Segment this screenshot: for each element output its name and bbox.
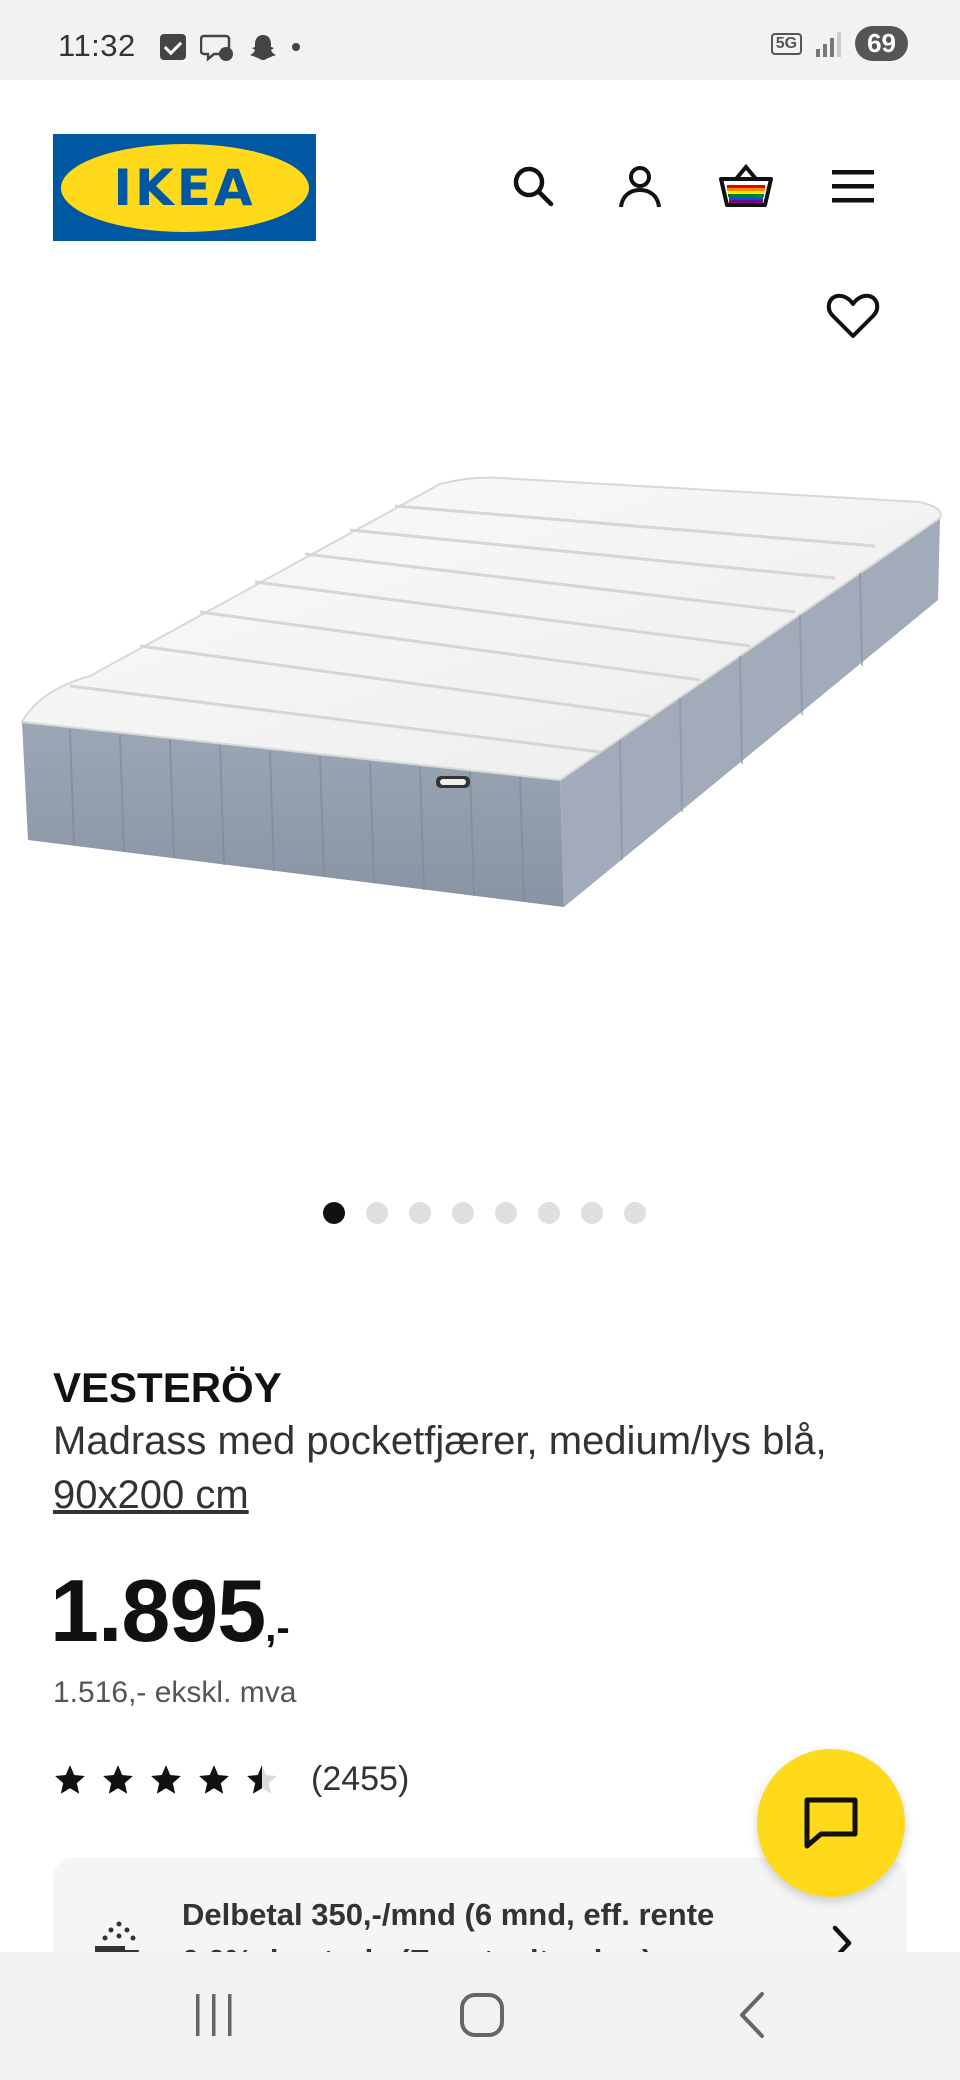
status-time: 11:32 — [58, 28, 136, 63]
account-icon — [619, 166, 661, 208]
menu-button[interactable] — [823, 156, 883, 216]
star-icon-full — [103, 1764, 133, 1794]
star-icon-full — [151, 1764, 181, 1794]
logo-text: IKEA — [113, 158, 256, 217]
rating-stars — [53, 1763, 279, 1797]
search-button[interactable] — [503, 156, 563, 216]
checkbox-notification-icon — [160, 34, 186, 60]
price-suffix: ,- — [265, 1606, 290, 1650]
recent-apps-button[interactable] — [174, 1980, 254, 2050]
price-excluding-vat: 1.516,- ekskl. mva — [53, 1676, 297, 1709]
system-status-icons: 5G 69 — [770, 26, 908, 61]
product-price: 1.895,- — [50, 1560, 290, 1662]
system-navigation-bar — [0, 1952, 960, 2080]
image-carousel-dots — [0, 1202, 960, 1224]
carousel-dot-8[interactable] — [623, 1202, 646, 1224]
product-rating[interactable]: (2455) — [53, 1760, 409, 1799]
back-button[interactable] — [712, 1980, 792, 2050]
basket-icon — [719, 163, 773, 207]
financing-text-line1: Delbetal 350,-/mnd (6 mnd, eff. rente — [182, 1897, 715, 1932]
logo-ellipse: IKEA — [60, 143, 309, 232]
chat-button[interactable] — [757, 1749, 905, 1897]
rating-count: (2455) — [311, 1760, 410, 1798]
chat-icon — [804, 1797, 858, 1849]
star-icon-full — [55, 1764, 85, 1794]
messenger-notification-icon — [200, 34, 233, 62]
price-integer: 1.895 — [50, 1561, 266, 1660]
carousel-dot-7[interactable] — [580, 1202, 603, 1224]
carousel-dot-4[interactable] — [451, 1202, 474, 1224]
notification-icons — [160, 32, 300, 62]
product-image[interactable] — [0, 440, 960, 940]
home-icon — [460, 1993, 504, 2037]
network-type-indicator: 5G — [770, 32, 803, 55]
signal-strength-icon — [816, 31, 842, 57]
star-icon-half — [247, 1764, 277, 1794]
recent-apps-icon — [196, 1994, 232, 2036]
menu-icon — [832, 170, 874, 203]
snapchat-notification-icon — [250, 35, 276, 60]
account-button[interactable] — [610, 156, 670, 216]
size-link[interactable]: 90x200 cm — [53, 1473, 249, 1517]
product-description: Madrass med pocketfjærer, medium/lys blå… — [53, 1414, 873, 1522]
more-notifications-dot — [292, 43, 300, 51]
product-name: VESTERÖY — [53, 1364, 282, 1411]
carousel-dot-6[interactable] — [537, 1202, 560, 1224]
search-icon — [513, 166, 554, 207]
status-bar: 11:32 5G 69 — [0, 0, 960, 80]
heart-icon — [826, 293, 880, 338]
carousel-dot-1[interactable] — [322, 1202, 345, 1224]
basket-button[interactable] — [716, 156, 776, 216]
carousel-dot-2[interactable] — [365, 1202, 388, 1224]
carousel-dot-5[interactable] — [494, 1202, 517, 1224]
carousel-dot-3[interactable] — [408, 1202, 431, 1224]
favourite-button[interactable] — [823, 286, 883, 346]
battery-indicator: 69 — [855, 26, 908, 61]
home-button[interactable] — [442, 1980, 522, 2050]
star-icon-full — [199, 1764, 229, 1794]
ikea-logo[interactable]: IKEA — [53, 134, 316, 241]
product-description-text: Madrass med pocketfjærer, medium/lys blå… — [53, 1419, 827, 1463]
back-icon — [740, 1992, 764, 2038]
